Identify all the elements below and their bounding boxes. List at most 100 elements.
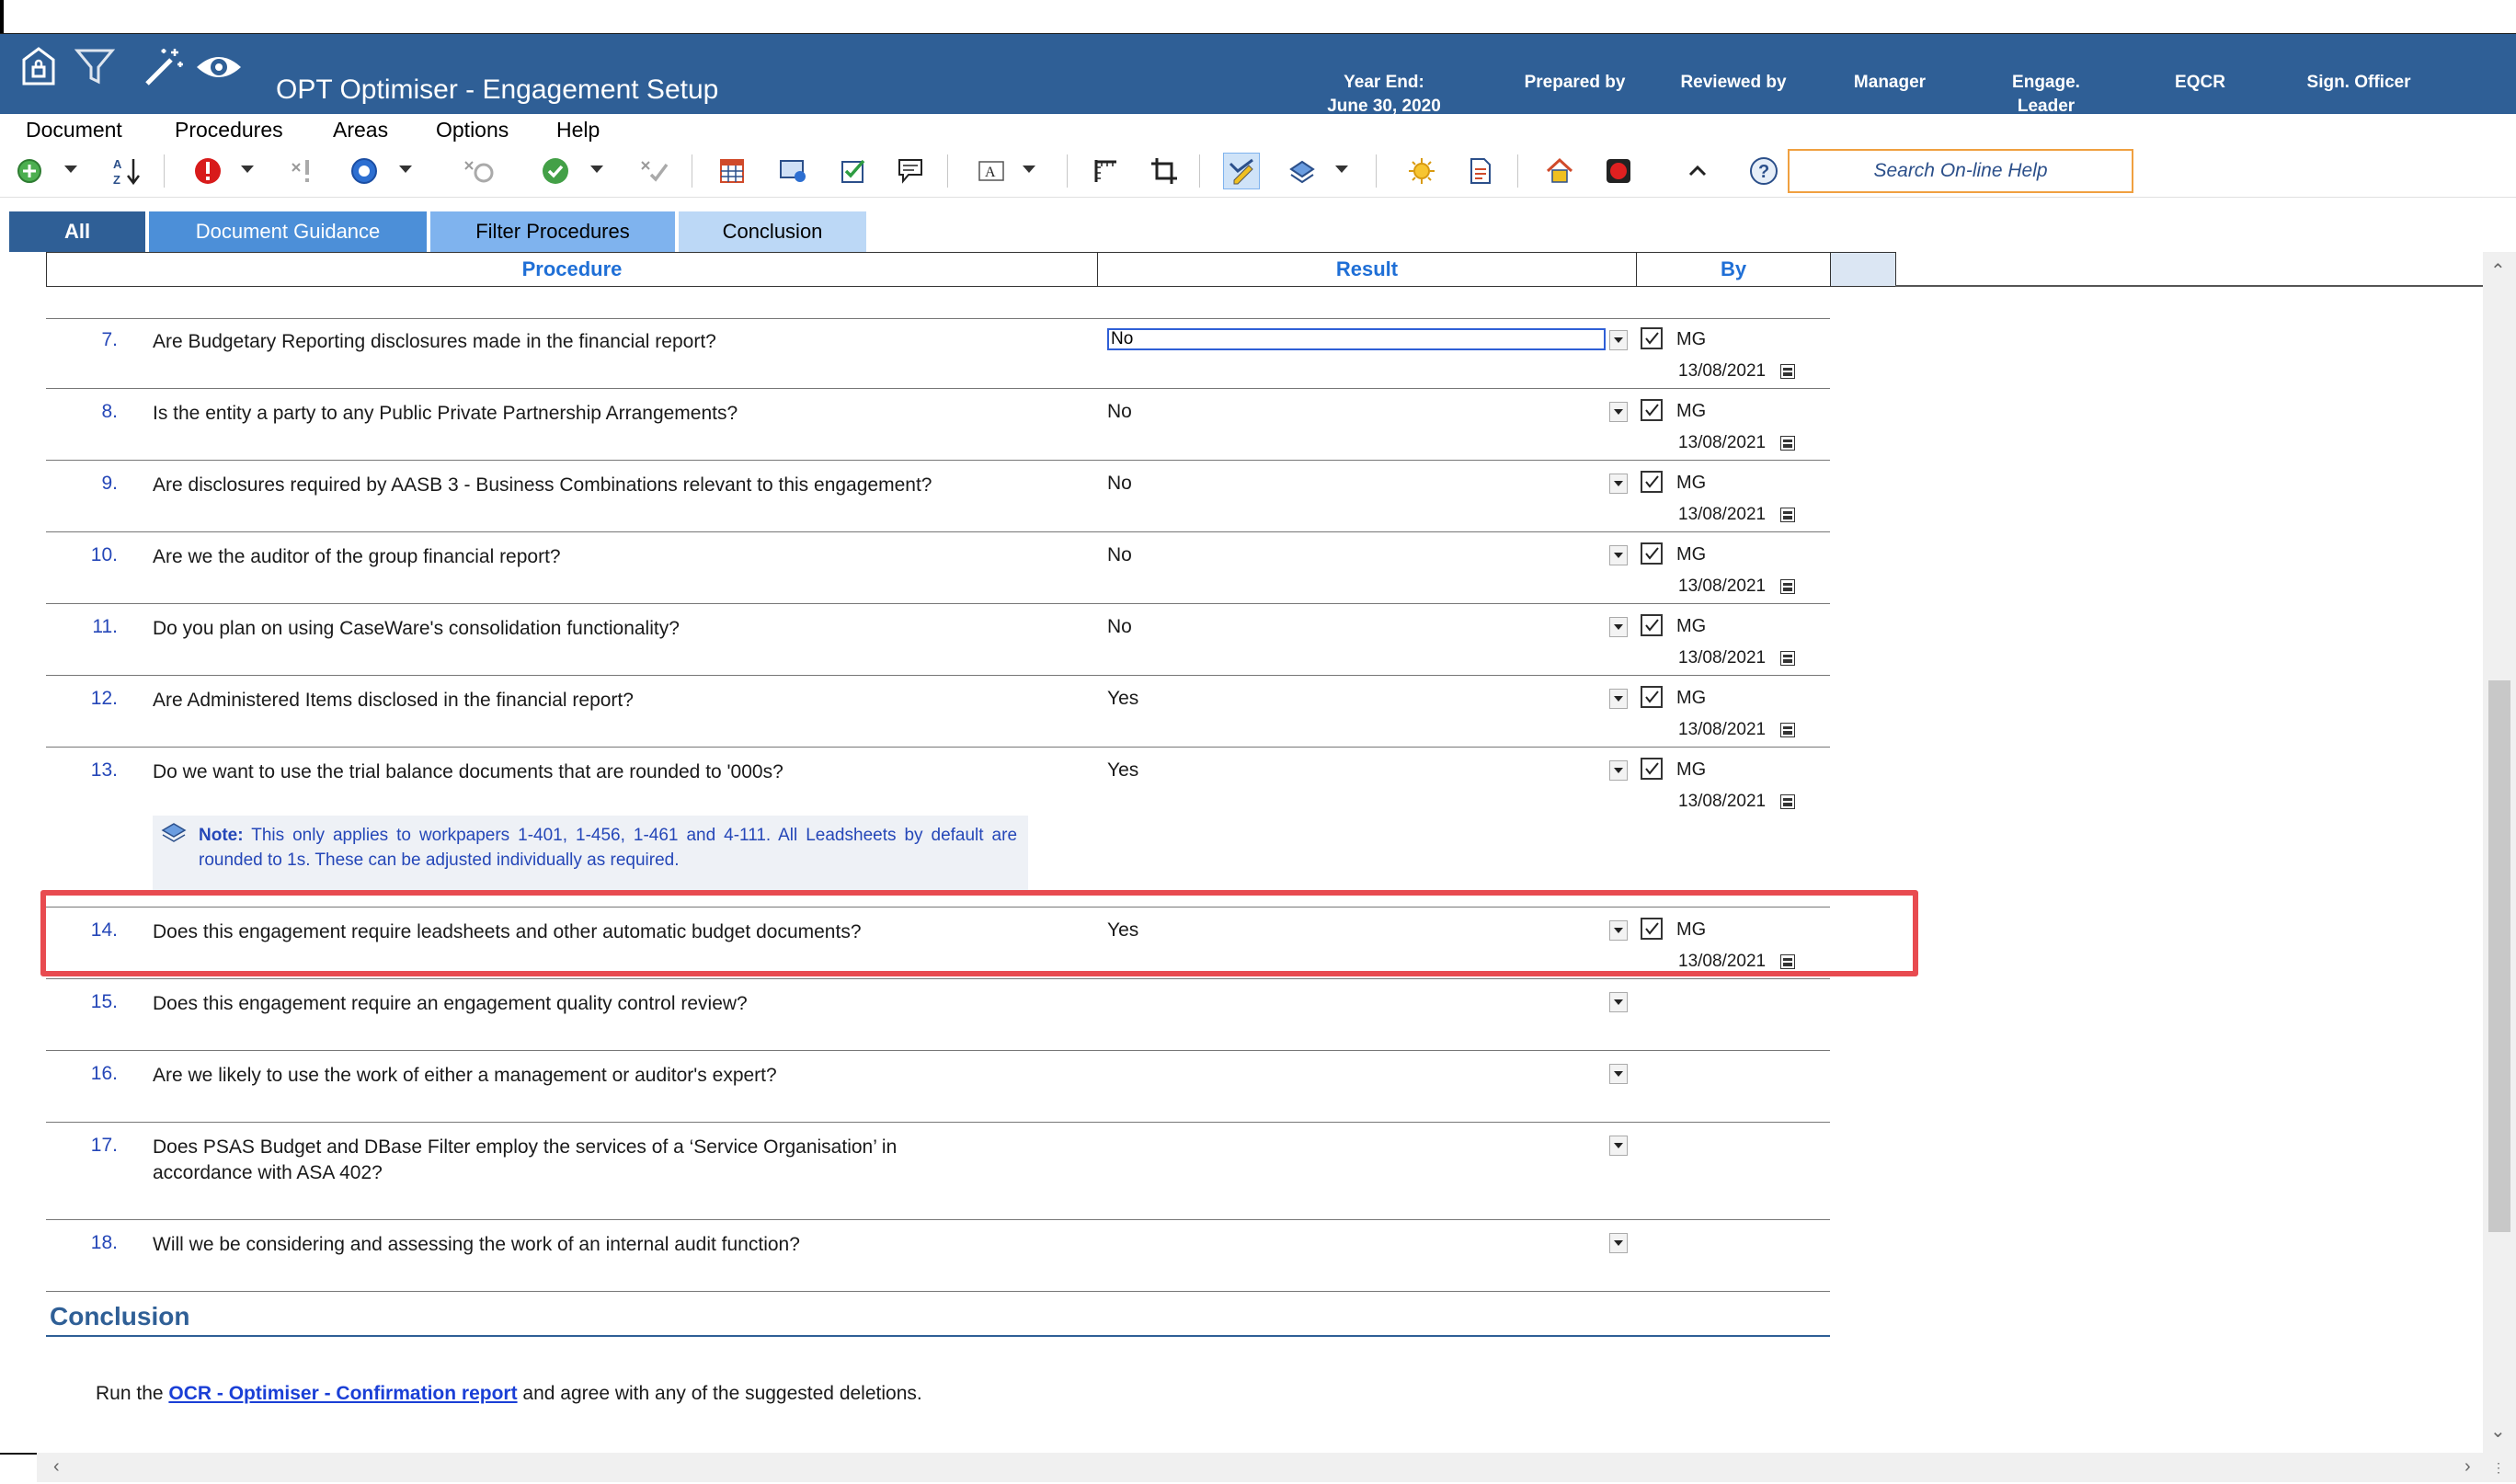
scroll-right-icon[interactable]: › xyxy=(2465,1456,2471,1478)
sort-az-icon[interactable]: AZ xyxy=(109,153,145,189)
result-dropdown[interactable] xyxy=(1609,474,1628,494)
help-icon[interactable]: ? xyxy=(1745,153,1782,189)
header-eqcr[interactable]: EQCR xyxy=(2110,71,2290,95)
tab-filter-procedures[interactable]: Filter Procedures xyxy=(430,211,675,252)
sun-icon[interactable] xyxy=(1403,153,1440,189)
result-dropdown[interactable] xyxy=(1609,545,1628,565)
result-dropdown[interactable] xyxy=(1609,689,1628,709)
eye-icon[interactable] xyxy=(193,41,245,93)
procedure-question: Are we likely to use the work of either … xyxy=(153,1065,777,1086)
note-text: Note: This only applies to workpapers 1-… xyxy=(199,823,1017,873)
calendar-icon[interactable] xyxy=(1780,364,1795,379)
horizontal-scrollbar[interactable] xyxy=(37,1453,2516,1482)
filter-icon[interactable] xyxy=(70,41,121,93)
tab-all[interactable]: All xyxy=(9,211,145,256)
header-manager[interactable]: Manager xyxy=(1802,71,1977,95)
circle-icon[interactable] xyxy=(346,153,383,189)
add-dropdown-caret[interactable] xyxy=(64,166,77,173)
calendar-icon[interactable] xyxy=(1780,794,1795,809)
signoff-date: 13/08/2021 xyxy=(1678,792,1767,811)
exclamation-icon[interactable] xyxy=(189,153,226,189)
result-dropdown[interactable] xyxy=(1609,992,1628,1012)
signoff-checkbox[interactable] xyxy=(1641,542,1663,565)
menu-document[interactable]: Document xyxy=(26,118,122,143)
signoff-checkbox[interactable] xyxy=(1641,686,1663,708)
result-dropdown[interactable] xyxy=(1609,330,1628,350)
edge-mark xyxy=(0,0,4,33)
search-help-input[interactable]: Search On-line Help xyxy=(1788,149,2133,193)
calendar-icon[interactable] xyxy=(1780,436,1795,451)
result-value[interactable]: Yes xyxy=(1107,688,1138,710)
calendar-icon[interactable] xyxy=(1780,723,1795,737)
crop-icon[interactable] xyxy=(1146,153,1183,189)
calendar-icon[interactable] xyxy=(1780,508,1795,522)
result-value[interactable]: No xyxy=(1107,616,1132,638)
add-circle-icon[interactable] xyxy=(11,153,48,189)
stamp-dropdown-caret[interactable] xyxy=(1335,166,1348,173)
result-value[interactable]: No xyxy=(1107,401,1132,423)
result-dropdown[interactable] xyxy=(1609,760,1628,781)
exclamation-dropdown-caret[interactable] xyxy=(241,166,254,173)
home-icon[interactable] xyxy=(1541,153,1578,189)
scroll-down-icon[interactable]: ⌄ xyxy=(2490,1420,2506,1443)
note-icon[interactable] xyxy=(160,821,188,845)
result-value[interactable]: No xyxy=(1107,473,1132,495)
font-dropdown-caret[interactable] xyxy=(1023,166,1035,173)
scroll-up-icon[interactable]: ⌃ xyxy=(2490,259,2506,282)
header-prepared-by[interactable]: Prepared by xyxy=(1490,71,1660,95)
menu-options[interactable]: Options xyxy=(436,118,509,143)
signoff-initials: MG xyxy=(1676,759,1707,780)
stamp-icon[interactable] xyxy=(1284,153,1321,189)
clear-circle-icon[interactable] xyxy=(460,153,497,189)
result-input[interactable]: No xyxy=(1107,328,1606,350)
checklist-icon[interactable] xyxy=(835,153,872,189)
vertical-scroll-thumb[interactable] xyxy=(2488,680,2510,1232)
menu-areas[interactable]: Areas xyxy=(333,118,388,143)
header-engage-leader[interactable]: Engage. Leader xyxy=(1959,71,2133,119)
lock-document-icon[interactable] xyxy=(13,41,64,93)
menu-help[interactable]: Help xyxy=(556,118,600,143)
tab-conclusion[interactable]: Conclusion xyxy=(679,211,866,252)
screen-icon[interactable] xyxy=(774,153,811,189)
clear-check-icon[interactable] xyxy=(636,153,673,189)
signoff-checkbox[interactable] xyxy=(1641,471,1663,493)
calendar-icon[interactable] xyxy=(1780,651,1795,666)
menu-procedures[interactable]: Procedures xyxy=(175,118,283,143)
tab-document-guidance[interactable]: Document Guidance xyxy=(149,211,427,252)
comment-icon[interactable] xyxy=(892,153,929,189)
result-value[interactable]: Yes xyxy=(1107,759,1138,782)
confirmation-report-link[interactable]: OCR - Optimiser - Confirmation report xyxy=(168,1383,517,1404)
header-reviewed-by[interactable]: Reviewed by xyxy=(1646,71,1821,95)
document-icon[interactable] xyxy=(1462,153,1499,189)
table-icon[interactable] xyxy=(714,153,750,189)
result-dropdown[interactable] xyxy=(1609,1064,1628,1084)
result-dropdown[interactable] xyxy=(1609,617,1628,637)
circle-dropdown-caret[interactable] xyxy=(399,166,412,173)
check-circle-icon[interactable] xyxy=(537,153,574,189)
font-icon[interactable]: A xyxy=(973,153,1010,189)
resize-grip-icon[interactable]: ⋮ xyxy=(2492,1460,2505,1476)
table-row xyxy=(46,603,1830,604)
toolbar-separator xyxy=(164,154,165,188)
signoff-checkbox[interactable] xyxy=(1641,758,1663,780)
toolbar: AZ A ? xyxy=(0,145,2516,198)
signoff-initials: MG xyxy=(1676,401,1707,421)
header-sign-officer[interactable]: Sign. Officer xyxy=(2267,71,2451,95)
result-value[interactable]: No xyxy=(1107,544,1132,566)
check-dropdown-caret[interactable] xyxy=(590,166,603,173)
signoff-icon[interactable] xyxy=(1223,153,1260,189)
magic-wand-icon[interactable] xyxy=(138,41,189,93)
result-dropdown[interactable] xyxy=(1609,1233,1628,1253)
result-dropdown[interactable] xyxy=(1609,1136,1628,1156)
clear-exclamation-icon[interactable] xyxy=(283,153,320,189)
signoff-checkbox[interactable] xyxy=(1641,399,1663,421)
procedures-pane: Procedure Result By 7. Are Budgetary Rep… xyxy=(0,252,2483,1453)
signoff-checkbox[interactable] xyxy=(1641,327,1663,349)
signoff-checkbox[interactable] xyxy=(1641,614,1663,636)
scroll-left-icon[interactable]: ‹ xyxy=(53,1456,60,1478)
result-dropdown[interactable] xyxy=(1609,402,1628,422)
ruler-icon[interactable] xyxy=(1087,153,1124,189)
stop-icon[interactable] xyxy=(1600,153,1637,189)
collapse-icon[interactable] xyxy=(1679,153,1716,189)
calendar-icon[interactable] xyxy=(1780,579,1795,594)
